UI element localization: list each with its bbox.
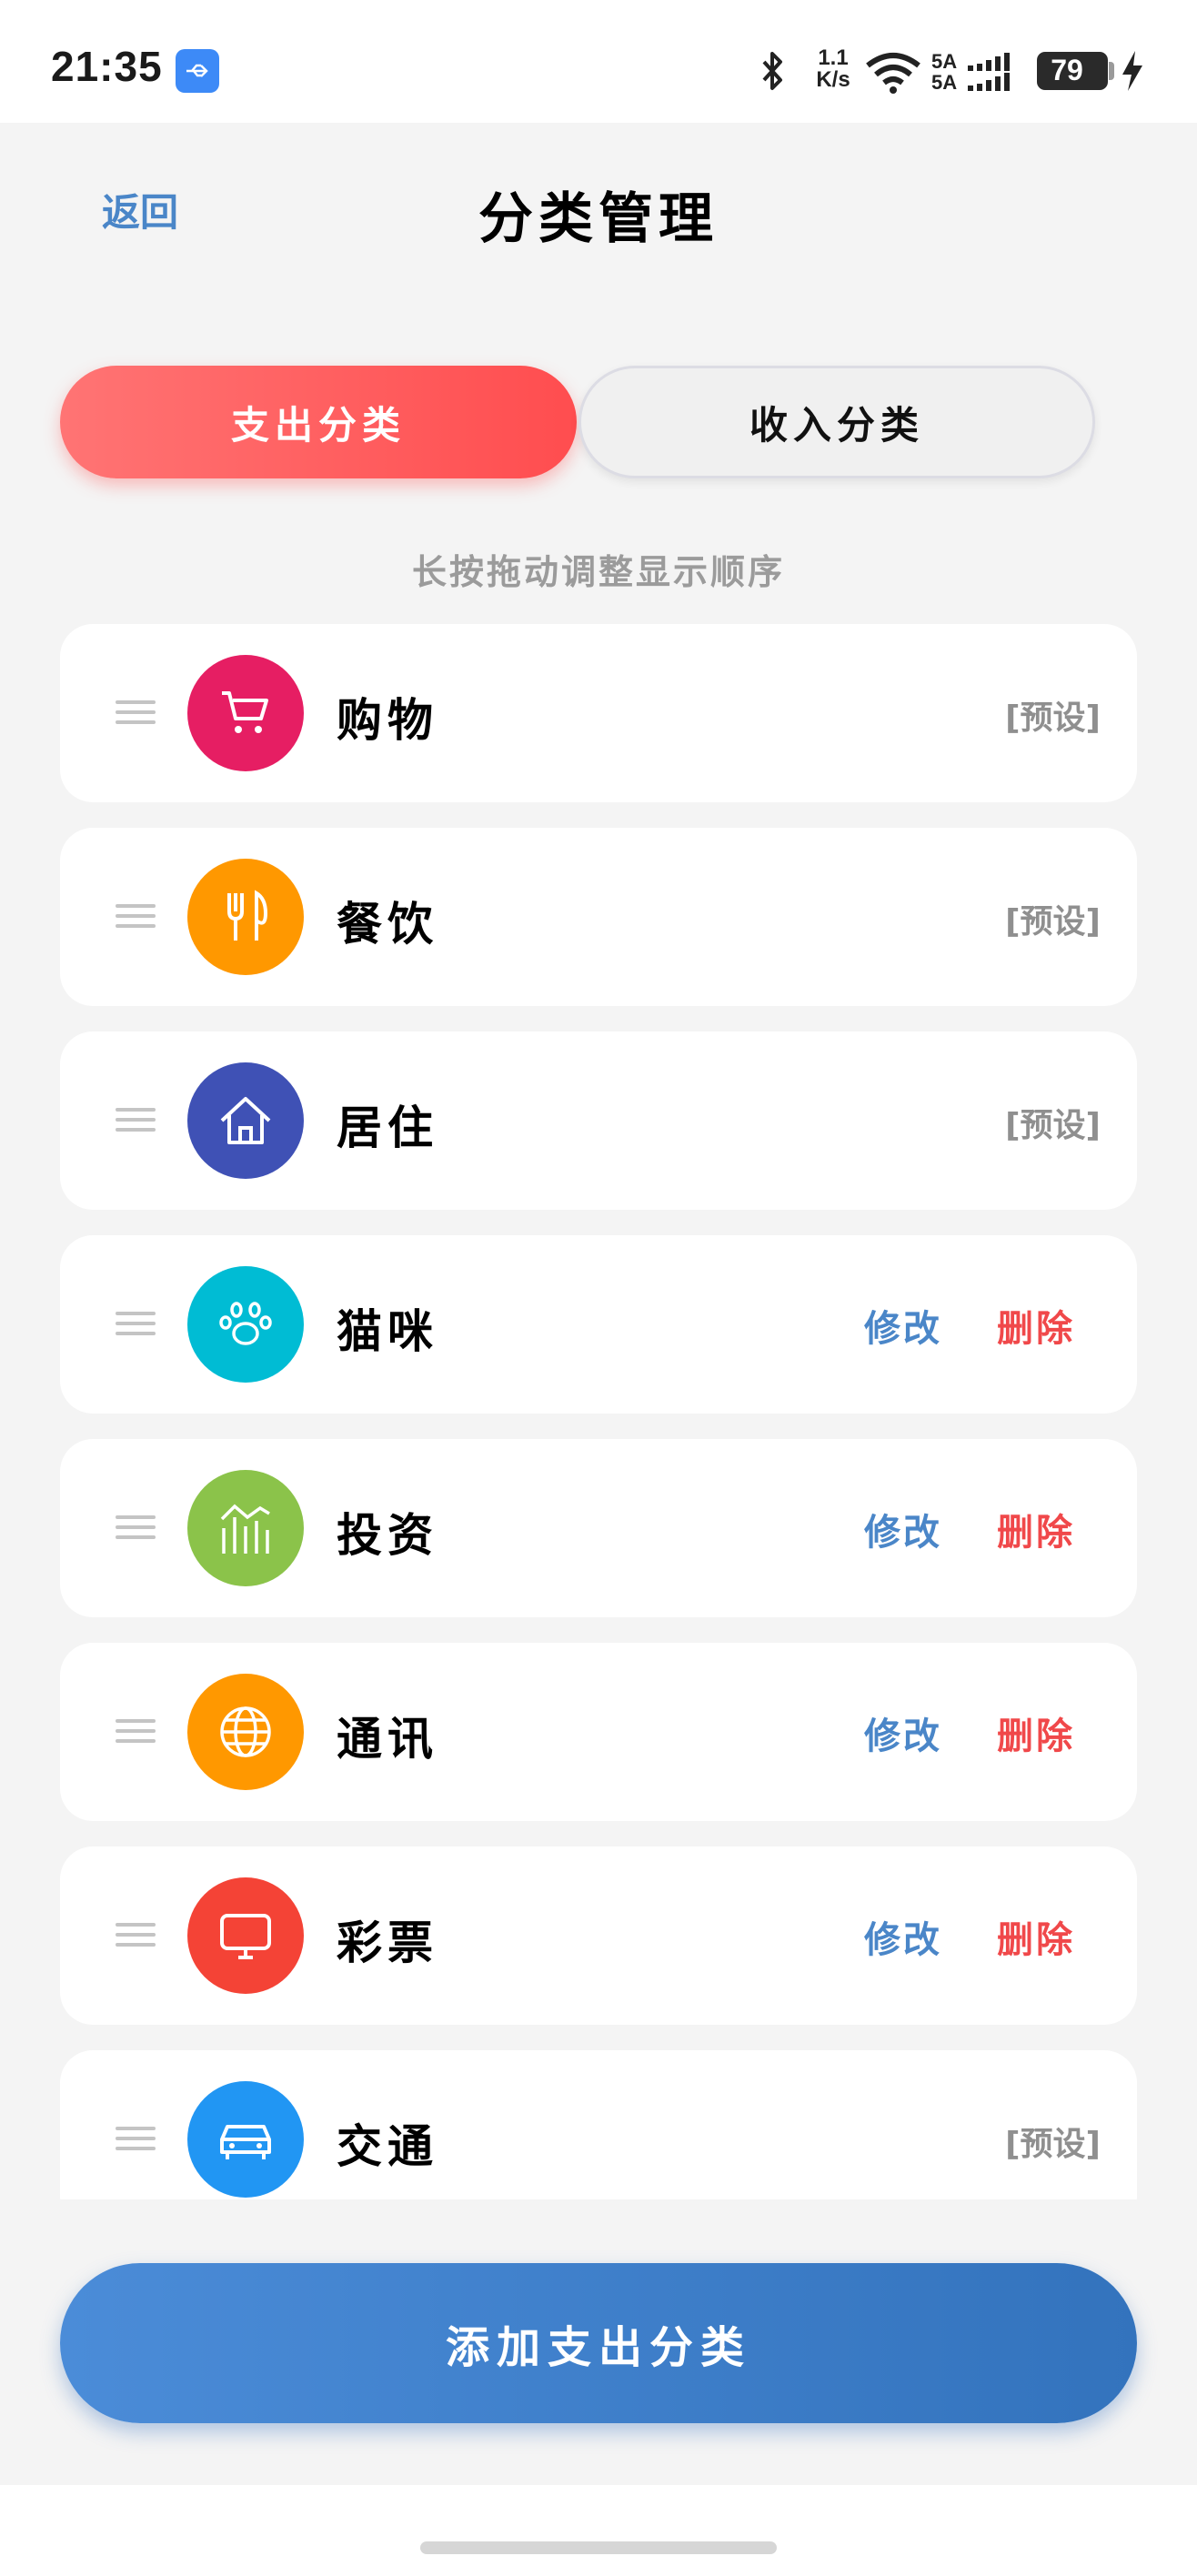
battery-icon: 79 [1037, 52, 1108, 90]
wifi-icon [866, 53, 920, 94]
status-bar: 21:35 1.1 K/s 5A 5A 79 [0, 0, 1197, 123]
category-name: 猫咪 [337, 1305, 438, 1358]
preset-badge: [预设] [1005, 699, 1101, 737]
category-icon-circle [187, 1877, 304, 1994]
category-icon-circle [187, 2081, 304, 2198]
category-name: 交通 [337, 2120, 438, 2173]
category-row-transport[interactable]: 交通 [预设] [60, 2050, 1137, 2199]
tab-income-categories[interactable]: 收入分类 [578, 366, 1095, 478]
category-row-lottery[interactable]: 彩票 修改 删除 [60, 1846, 1137, 2025]
category-icon-circle [187, 859, 304, 975]
page-title: 分类管理 [478, 187, 719, 251]
category-icon-circle [187, 1062, 304, 1179]
preset-badge: [预设] [1005, 1107, 1101, 1144]
navigation-bar [0, 2485, 1197, 2576]
category-name: 彩票 [337, 1917, 438, 1969]
edit-button[interactable]: 修改 [864, 1299, 942, 1352]
usb-icon [176, 49, 219, 93]
chart-icon [220, 1504, 270, 1554]
category-name: 居住 [337, 1102, 438, 1154]
battery-tip [1109, 62, 1114, 80]
category-icon-circle [187, 1470, 304, 1586]
charging-icon [1122, 51, 1142, 91]
bluetooth-icon [762, 52, 782, 90]
reorder-hint: 长按拖动调整显示顺序 [411, 552, 785, 592]
category-list[interactable]: 购物 [预设] 餐饮 [预设] 居住 [预设] 猫咪 修改 删除 投资 修改 删… [60, 624, 1137, 2199]
drag-handle-icon[interactable] [116, 1719, 156, 1745]
category-name: 购物 [337, 694, 438, 747]
car-icon [220, 2125, 271, 2159]
category-icon-circle [187, 655, 304, 771]
edit-button[interactable]: 修改 [864, 1910, 942, 1963]
preset-badge: [预设] [1005, 2126, 1101, 2163]
signal-label: 5A 5A [931, 50, 958, 94]
net-speed: 1.1 K/s [816, 45, 850, 92]
category-icon-circle [187, 1266, 304, 1383]
fork-knife-icon [227, 890, 268, 941]
drag-handle-icon[interactable] [116, 1108, 156, 1133]
paw-icon [219, 1302, 272, 1345]
category-row-shopping[interactable]: 购物 [预设] [60, 624, 1137, 802]
category-row-communication[interactable]: 通讯 修改 删除 [60, 1643, 1137, 1821]
delete-button[interactable]: 删除 [997, 1706, 1075, 1759]
drag-handle-icon[interactable] [116, 1515, 156, 1541]
category-icon-circle [187, 1674, 304, 1790]
category-row-investment[interactable]: 投资 修改 删除 [60, 1439, 1137, 1617]
drag-handle-icon[interactable] [116, 1312, 156, 1337]
status-time: 21:35 [51, 43, 163, 90]
delete-button[interactable]: 删除 [997, 1910, 1075, 1963]
delete-button[interactable]: 删除 [997, 1503, 1075, 1555]
tab-expense-categories[interactable]: 支出分类 [60, 366, 577, 478]
category-row-housing[interactable]: 居住 [预设] [60, 1031, 1137, 1210]
edit-button[interactable]: 修改 [864, 1706, 942, 1759]
drag-handle-icon[interactable] [116, 700, 156, 726]
drag-handle-icon[interactable] [116, 2127, 156, 2152]
category-name: 通讯 [337, 1713, 438, 1766]
category-name: 餐饮 [337, 898, 438, 951]
category-name: 投资 [337, 1509, 438, 1562]
cart-icon [222, 691, 268, 733]
drag-handle-icon[interactable] [116, 1923, 156, 1948]
signal-icon [968, 53, 1010, 91]
home-indicator[interactable] [420, 2541, 777, 2554]
drag-handle-icon[interactable] [116, 904, 156, 930]
category-row-dining[interactable]: 餐饮 [预设] [60, 828, 1137, 1006]
edit-button[interactable]: 修改 [864, 1503, 942, 1555]
monitor-icon [220, 1914, 271, 1959]
preset-badge: [预设] [1005, 903, 1101, 941]
category-row-cat[interactable]: 猫咪 修改 删除 [60, 1235, 1137, 1414]
delete-button[interactable]: 删除 [997, 1299, 1075, 1352]
globe-icon [220, 1706, 271, 1757]
house-icon [220, 1097, 271, 1144]
add-expense-category-button[interactable]: 添加支出分类 [60, 2263, 1137, 2423]
